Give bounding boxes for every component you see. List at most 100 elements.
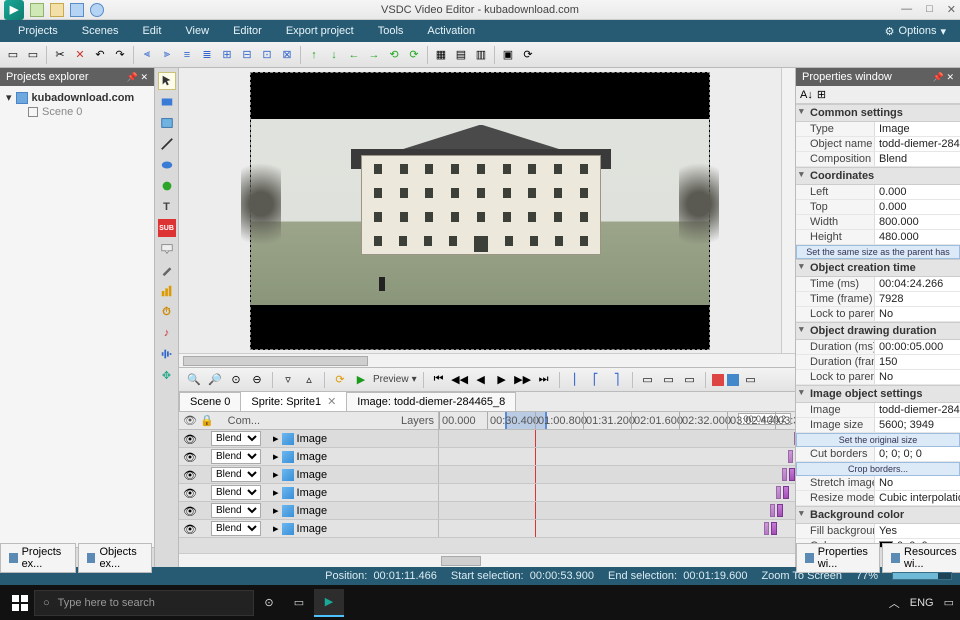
track-visibility-icon[interactable]: 👁 xyxy=(183,433,195,445)
props1-icon[interactable]: ▭ xyxy=(639,371,657,389)
tb-align1-icon[interactable]: ⫷ xyxy=(138,46,156,64)
property-value[interactable]: 150 xyxy=(874,355,960,369)
qa-open-icon[interactable] xyxy=(50,3,64,17)
property-action-button[interactable]: Crop borders... xyxy=(796,462,960,476)
property-group-header[interactable]: Image object settings xyxy=(796,385,960,403)
step-fwd-icon[interactable]: ▶▶ xyxy=(514,371,532,389)
property-group-header[interactable]: Common settings xyxy=(796,104,960,122)
tb-align7-icon[interactable]: ⊡ xyxy=(258,46,276,64)
tb-open-icon[interactable]: ▭ xyxy=(24,46,42,64)
property-value[interactable]: 0.000 xyxy=(874,200,960,214)
property-value[interactable]: todd-diemer-284465 xyxy=(874,403,960,417)
sort-cat-icon[interactable]: ⊞ xyxy=(817,88,826,101)
property-row[interactable]: Composition mod Blend xyxy=(796,152,960,167)
tool-tooltip-icon[interactable] xyxy=(158,240,176,258)
property-row[interactable]: Lock to parent No xyxy=(796,370,960,385)
zoom-progress[interactable] xyxy=(892,572,952,580)
taskview-icon[interactable]: ▭ xyxy=(284,589,314,617)
preview-hscroll[interactable] xyxy=(179,353,795,367)
pin-icon[interactable]: 📌 ✕ xyxy=(933,72,954,83)
tool-cursor-icon[interactable] xyxy=(158,72,176,90)
property-row[interactable]: Stretch image No xyxy=(796,476,960,491)
eye-icon[interactable]: 👁 xyxy=(183,414,197,427)
property-row[interactable]: Duration (ms) 00:00:05.000 xyxy=(796,340,960,355)
tb-align2-icon[interactable]: ⫸ xyxy=(158,46,176,64)
tb-new-icon[interactable]: ▭ xyxy=(4,46,22,64)
track-visibility-icon[interactable]: 👁 xyxy=(183,451,195,463)
play-button[interactable]: ▶ xyxy=(352,371,370,389)
timeline-track[interactable]: 👁 Blend ▸ Image xyxy=(179,466,795,484)
maximize-button[interactable]: □ xyxy=(926,3,933,16)
property-value[interactable]: 7928 xyxy=(874,292,960,306)
tree-scene[interactable]: Scene 0 xyxy=(6,105,148,119)
system-tray[interactable]: ︿ ENG ▭ xyxy=(889,595,954,611)
tb-arrow-up-icon[interactable]: ↑ xyxy=(305,46,323,64)
timeline-clip[interactable] xyxy=(764,522,769,535)
tb-misc5-icon[interactable]: ⟳ xyxy=(519,46,537,64)
preview-viewport[interactable] xyxy=(179,68,781,353)
menu-editor[interactable]: Editor xyxy=(221,20,274,42)
tb-align5-icon[interactable]: ⊞ xyxy=(218,46,236,64)
qa-save-icon[interactable] xyxy=(70,3,84,17)
tab-properties-window[interactable]: Properties wi... xyxy=(796,543,880,573)
property-row[interactable]: Time (ms) 00:04:24.266 xyxy=(796,277,960,292)
status-zoom[interactable]: Zoom To Screen xyxy=(761,570,842,582)
property-row[interactable]: Object name todd-diemer-284465 xyxy=(796,137,960,152)
frame-fwd-icon[interactable]: ▶ xyxy=(493,371,511,389)
tool-spectrum-icon[interactable] xyxy=(158,345,176,363)
timeline-tracks[interactable]: 👁 Blend ▸ Image 👁 Blend ▸ Image 👁 Blend … xyxy=(179,430,795,553)
property-row[interactable]: Image todd-diemer-284465 xyxy=(796,403,960,418)
property-action-button[interactable]: Set the original size xyxy=(796,433,960,447)
lock-icon[interactable]: 🔒 xyxy=(200,414,214,427)
frame-back-icon[interactable]: ◀ xyxy=(472,371,490,389)
start-button[interactable] xyxy=(6,589,34,617)
tb-align8-icon[interactable]: ⊠ xyxy=(278,46,296,64)
timeline-track[interactable]: 👁 Blend ▸ Image xyxy=(179,502,795,520)
tool-subtitle-icon[interactable]: SUB xyxy=(158,219,176,237)
tool-move-icon[interactable]: ✥ xyxy=(158,366,176,384)
tb-cut-icon[interactable]: ✂ xyxy=(51,46,69,64)
property-value[interactable]: No xyxy=(874,370,960,384)
taskbar-search[interactable]: ○ Type here to search xyxy=(34,590,254,616)
property-value[interactable]: 480.000 xyxy=(874,230,960,244)
tool-chart-icon[interactable] xyxy=(158,282,176,300)
fx-icon[interactable]: ▭ xyxy=(742,371,760,389)
pin-icon[interactable]: 📌 ✕ xyxy=(127,72,148,83)
tb-rotate-l-icon[interactable]: ⟲ xyxy=(385,46,403,64)
timeline-clip[interactable] xyxy=(776,486,781,499)
property-row[interactable]: Width 800.000 xyxy=(796,215,960,230)
cut-left-icon[interactable]: ⎡ xyxy=(587,371,605,389)
tb-redo-icon[interactable]: ↷ xyxy=(111,46,129,64)
tab-scene0[interactable]: Scene 0 xyxy=(179,392,241,411)
timeline-clip[interactable] xyxy=(771,522,777,535)
property-value[interactable]: 0; 0; 0; 0 xyxy=(874,447,960,461)
property-value[interactable]: Cubic interpolation xyxy=(874,491,960,505)
options-button[interactable]: ⚙ Options ▾ xyxy=(877,25,954,38)
menu-edit[interactable]: Edit xyxy=(130,20,173,42)
step-back-icon[interactable]: ◀◀ xyxy=(451,371,469,389)
tray-chevron-icon[interactable]: ︿ xyxy=(889,595,900,611)
tool-counter-icon[interactable]: ⏱ xyxy=(158,303,176,321)
property-row[interactable]: Fill backgrounc Yes xyxy=(796,524,960,539)
property-value[interactable]: todd-diemer-284465 xyxy=(874,137,960,151)
split-icon[interactable]: ⎮ xyxy=(566,371,584,389)
track-blend-select[interactable]: Blend xyxy=(211,521,261,536)
tray-notifications-icon[interactable]: ▭ xyxy=(944,596,954,609)
property-row[interactable]: Top 0.000 xyxy=(796,200,960,215)
timeline-ruler[interactable]: 👁 🔒 Com... Layers 00:04:29.2 00.00000:30… xyxy=(179,412,795,430)
property-value[interactable]: 800.000 xyxy=(874,215,960,229)
timeline-clip[interactable] xyxy=(789,468,795,481)
loop-icon[interactable]: ⟳ xyxy=(331,371,349,389)
tb-align4-icon[interactable]: ≣ xyxy=(198,46,216,64)
tool-pen-icon[interactable] xyxy=(158,261,176,279)
property-group-header[interactable]: Object creation time xyxy=(796,259,960,277)
track-visibility-icon[interactable]: 👁 xyxy=(183,523,195,535)
property-row[interactable]: Image size 5600; 3949 xyxy=(796,418,960,433)
tb-delete-icon[interactable]: ✕ xyxy=(71,46,89,64)
qa-play-icon[interactable] xyxy=(90,3,104,17)
tree-root[interactable]: ▾ kubadownload.com xyxy=(6,90,148,105)
tray-lang[interactable]: ENG xyxy=(910,597,934,609)
property-row[interactable]: Height 480.000 xyxy=(796,230,960,245)
marker-add-icon[interactable]: ▿ xyxy=(279,371,297,389)
property-value[interactable]: Blend xyxy=(874,152,960,166)
